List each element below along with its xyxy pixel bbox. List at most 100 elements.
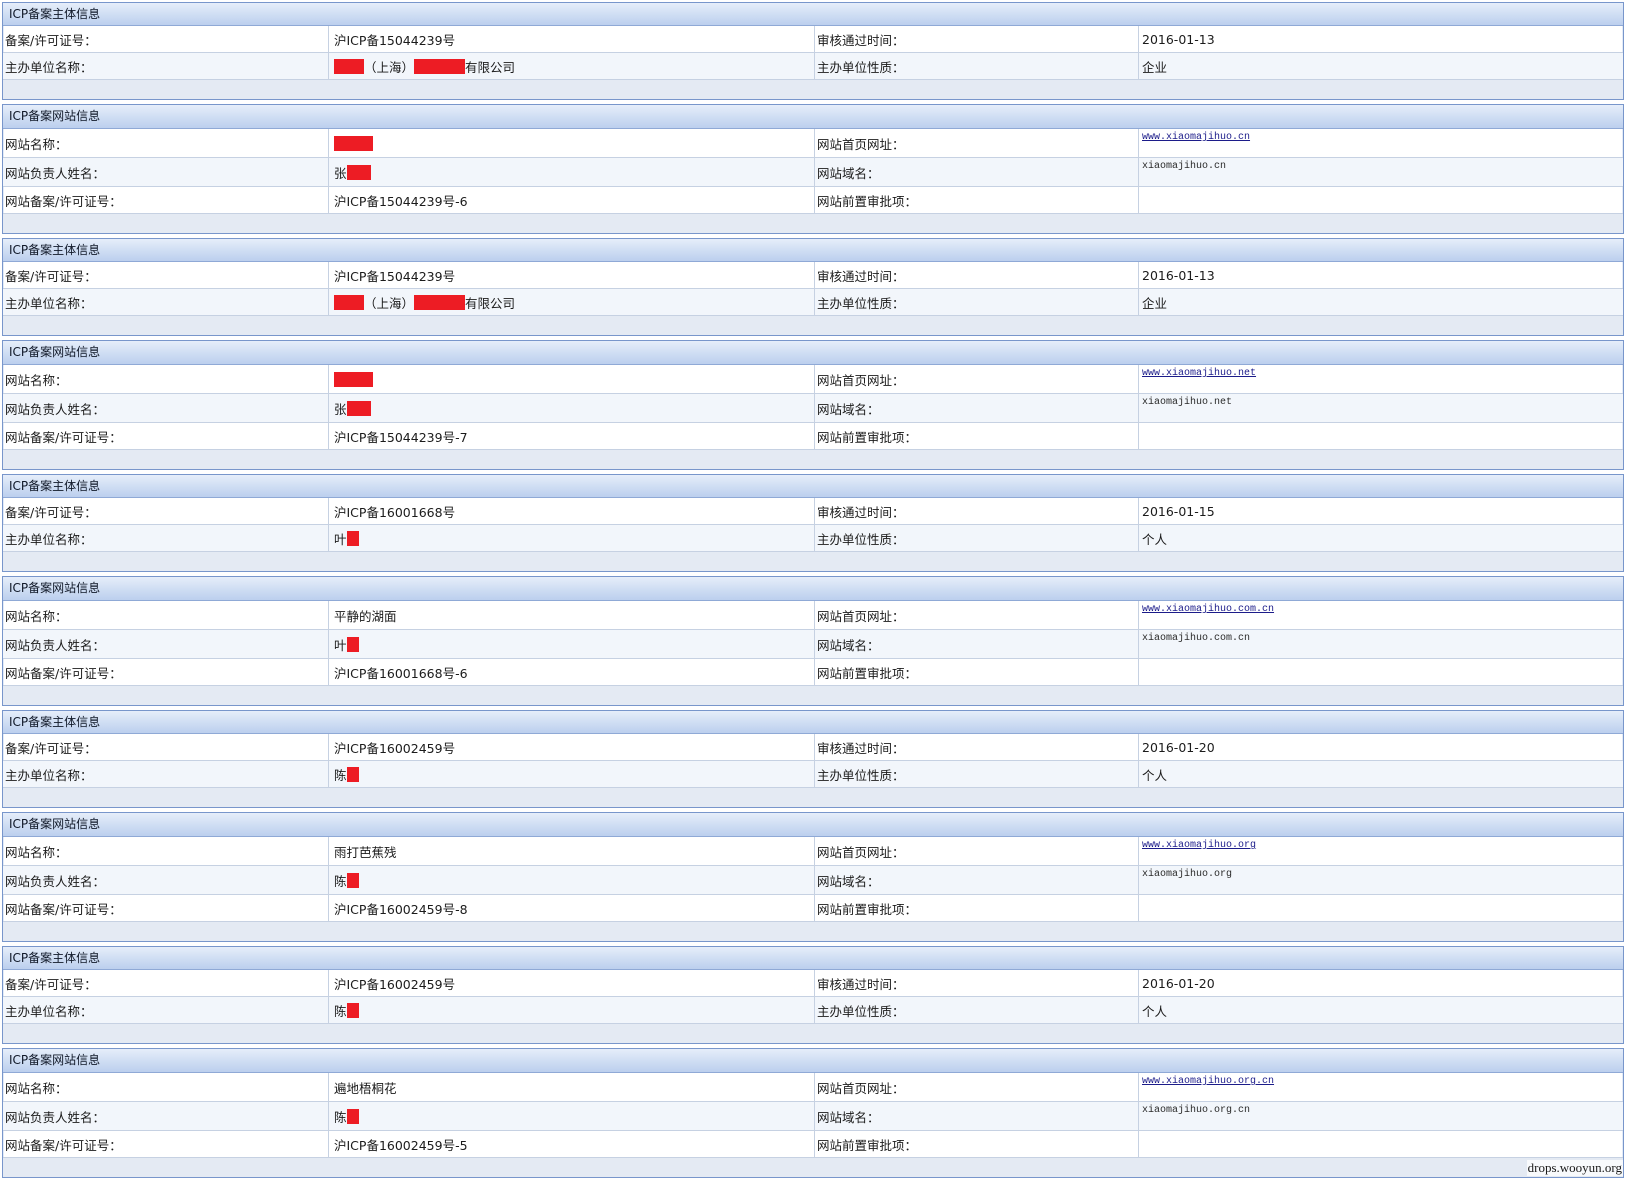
license-number-value: 沪ICP备16002459号 [329,970,815,996]
redaction-box [346,530,359,546]
table-row: 网站名称： 网站首页网址： www.xiaomajihuo.net [3,365,1623,394]
table-row: 网站负责人姓名： 叶 网站域名： xiaomajihuo.com.cn [3,630,1623,659]
homepage-label: 网站首页网址： [815,365,1139,393]
organizer-name-label: 主办单位名称： [3,289,329,315]
approval-time-label: 审核通过时间： [815,26,1139,52]
homepage-link[interactable]: www.xiaomajihuo.org [1142,840,1256,852]
owner-label: 网站负责人姓名： [3,866,329,894]
site-name-label: 网站名称： [3,601,329,629]
panel-title: ICP备案主体信息 [3,239,1623,262]
license-label: 备案/许可证号： [3,26,329,52]
license-label: 备案/许可证号： [3,970,329,996]
redaction-box [346,1002,359,1018]
organizer-type-value: 企业 [1142,295,1168,311]
site-name-label: 网站名称： [3,1073,329,1101]
panel-title: ICP备案主体信息 [3,475,1623,498]
approval-time-value: 2016-01-20 [1142,739,1215,755]
panel-title: ICP备案网站信息 [3,105,1623,129]
pre-approval-value [1139,1131,1623,1157]
domain-label: 网站域名： [815,394,1139,422]
site-name-value [329,129,815,157]
pre-approval-label: 网站前置审批项： [815,659,1139,685]
organizer-name-part: （上海） [364,59,415,75]
pre-approval-label: 网站前置审批项： [815,895,1139,921]
panel-title: ICP备案网站信息 [3,813,1623,837]
icp-records-list: ICP备案主体信息 备案/许可证号： 沪ICP备15044239号 审核通过时间… [2,2,1624,1178]
approval-time-label: 审核通过时间： [815,970,1139,996]
domain-text: xiaomajihuo.net [1142,397,1233,408]
homepage-link[interactable]: www.xiaomajihuo.com.cn [1142,604,1274,616]
redaction-box [346,872,359,888]
panel-title: ICP备案网站信息 [3,1049,1623,1073]
website-license-value: 沪ICP备16001668号-6 [329,659,815,685]
icp-website-info-panel: ICP备案网站信息 网站名称： 平静的湖面 网站首页网址： www.xiaoma… [2,576,1624,706]
owner-name-value: 张 [329,394,815,422]
table-row: 主办单位名称： （上海） 有限公司 主办单位性质： 企业 [3,289,1623,316]
organizer-name-part: 叶 [334,531,347,547]
table-row: 备案/许可证号： 沪ICP备15044239号 审核通过时间： 2016-01-… [3,26,1623,53]
owner-name-text: 张 [334,165,347,181]
table-row: 备案/许可证号： 沪ICP备16002459号 审核通过时间： 2016-01-… [3,734,1623,761]
organizer-type-label: 主办单位性质： [815,289,1139,315]
redaction-box [334,58,364,74]
license-number-value: 沪ICP备16002459号 [329,734,815,760]
site-name-value: 平静的湖面 [329,601,815,629]
homepage-link[interactable]: www.xiaomajihuo.net [1142,368,1256,380]
redaction-box [346,164,371,180]
panel-footer [3,552,1623,571]
homepage-value: www.xiaomajihuo.org [1139,837,1623,865]
panel-title: ICP备案主体信息 [3,3,1623,26]
site-name-value: 雨打芭蕉残 [329,837,815,865]
table-row: 网站备案/许可证号： 沪ICP备16002459号-8 网站前置审批项： [3,895,1623,922]
organizer-type-value: 个人 [1142,531,1168,547]
organizer-name-label: 主办单位名称： [3,997,329,1023]
panel-title: ICP备案主体信息 [3,711,1623,734]
site-name-value: 遍地梧桐花 [329,1073,815,1101]
table-row: 网站备案/许可证号： 沪ICP备16002459号-5 网站前置审批项： [3,1131,1623,1158]
website-license-label: 网站备案/许可证号： [3,659,329,685]
owner-name-value: 陈 [329,1102,815,1130]
owner-name-value: 张 [329,158,815,186]
organizer-type-label: 主办单位性质： [815,53,1139,79]
website-license-value: 沪ICP备16002459号-5 [329,1131,815,1157]
pre-approval-label: 网站前置审批项： [815,187,1139,213]
icp-subject-info-panel: ICP备案主体信息 备案/许可证号： 沪ICP备16002459号 审核通过时间… [2,946,1624,1044]
organizer-name-value: 叶 [329,525,815,551]
panel-footer [3,1024,1623,1043]
table-row: 网站备案/许可证号： 沪ICP备15044239号-7 网站前置审批项： [3,423,1623,450]
domain-label: 网站域名： [815,866,1139,894]
owner-label: 网站负责人姓名： [3,630,329,658]
panel-title: ICP备案主体信息 [3,947,1623,970]
homepage-link[interactable]: www.xiaomajihuo.org.cn [1142,1076,1274,1088]
organizer-name-part: 陈 [334,767,347,783]
table-row: 网站备案/许可证号： 沪ICP备16001668号-6 网站前置审批项： [3,659,1623,686]
table-row: 网站名称： 遍地梧桐花 网站首页网址： www.xiaomajihuo.org.… [3,1073,1623,1102]
icp-subject-info-panel: ICP备案主体信息 备案/许可证号： 沪ICP备15044239号 审核通过时间… [2,238,1624,336]
website-license-label: 网站备案/许可证号： [3,423,329,449]
redaction-box [346,400,371,416]
homepage-link[interactable]: www.xiaomajihuo.cn [1142,132,1250,144]
organizer-name-value: 陈 [329,997,815,1023]
organizer-name-value: （上海） 有限公司 [329,289,815,315]
organizer-name-part: 有限公司 [465,295,516,311]
approval-time-value: 2016-01-13 [1142,31,1215,47]
owner-label: 网站负责人姓名： [3,158,329,186]
domain-text: xiaomajihuo.org [1142,869,1233,880]
website-license-label: 网站备案/许可证号： [3,187,329,213]
organizer-name-part: 有限公司 [465,59,516,75]
panel-footer [3,788,1623,807]
website-license-value: 沪ICP备15044239号-7 [329,423,815,449]
panel-footer [3,450,1623,469]
domain-text: xiaomajihuo.cn [1142,161,1227,172]
table-row: 备案/许可证号： 沪ICP备15044239号 审核通过时间： 2016-01-… [3,262,1623,289]
domain-label: 网站域名： [815,1102,1139,1130]
homepage-label: 网站首页网址： [815,129,1139,157]
domain-value: xiaomajihuo.com.cn [1139,630,1623,658]
owner-name-text: 叶 [334,637,347,653]
organizer-type-label: 主办单位性质： [815,761,1139,787]
site-name-label: 网站名称： [3,365,329,393]
owner-name-value: 叶 [329,630,815,658]
organizer-type-label: 主办单位性质： [815,525,1139,551]
table-row: 主办单位名称： 陈 主办单位性质： 个人 [3,761,1623,788]
table-row: 网站负责人姓名： 陈 网站域名： xiaomajihuo.org [3,866,1623,895]
